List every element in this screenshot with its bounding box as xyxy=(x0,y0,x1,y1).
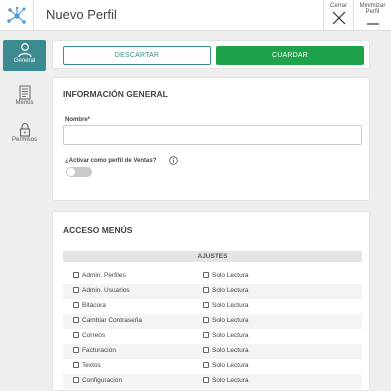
readonly-label: Solo Lectura xyxy=(212,347,249,354)
user-icon xyxy=(17,43,32,58)
table-row: Admin. Usuarios Solo Lectura xyxy=(63,284,362,299)
readonly-label: Solo Lectura xyxy=(212,377,249,384)
menu-label: Bitácora xyxy=(82,302,106,309)
sidebar-item-label: Menús xyxy=(15,100,34,106)
menu-label: Textos xyxy=(82,362,101,369)
discard-button[interactable]: DESCARTAR xyxy=(63,46,211,65)
table-row: Configuración Solo Lectura xyxy=(63,374,362,389)
menu-checkbox[interactable] xyxy=(73,272,79,278)
name-label: Nombre* xyxy=(65,117,91,123)
menu-checkbox[interactable] xyxy=(73,347,79,353)
group-header: AJUSTES xyxy=(63,251,362,262)
close-label: Cerrar xyxy=(329,3,347,9)
readonly-checkbox[interactable] xyxy=(203,272,209,278)
menu-label: Admin. Usuarios xyxy=(82,287,130,294)
minimize-label: Minimizar Perfil xyxy=(359,3,386,15)
sidebar-item-menus[interactable]: Menús xyxy=(3,83,46,114)
save-button[interactable]: CUARDAR xyxy=(216,46,364,65)
readonly-checkbox[interactable] xyxy=(203,347,209,353)
menu-label: Cambiar Contraseña xyxy=(82,317,142,324)
readonly-checkbox[interactable] xyxy=(203,362,209,368)
menu-checkbox[interactable] xyxy=(73,287,79,293)
readonly-label: Solo Lectura xyxy=(212,287,249,294)
close-icon xyxy=(332,11,345,25)
table-row: Bitácora Solo Lectura xyxy=(63,299,362,314)
menu-checkbox[interactable] xyxy=(73,362,79,368)
sidebar: General Menús Permisos xyxy=(0,31,48,385)
menu-label: Configuración xyxy=(82,377,123,384)
menu-checkbox[interactable] xyxy=(73,302,79,308)
readonly-checkbox[interactable] xyxy=(203,302,209,308)
table-row: Correos Solo Lectura xyxy=(63,329,362,344)
readonly-label: Solo Lectura xyxy=(212,302,249,309)
readonly-checkbox[interactable] xyxy=(203,377,209,383)
readonly-label: Solo Lectura xyxy=(212,272,249,279)
readonly-label: Solo Lectura xyxy=(212,317,249,324)
app-logo xyxy=(0,0,34,31)
readonly-checkbox[interactable] xyxy=(203,317,209,323)
menu-access-panel: ACCESO MENÚS AJUSTES Admin. Perfiles Sol… xyxy=(52,211,370,391)
network-icon xyxy=(6,6,26,24)
toggle-knob xyxy=(67,168,75,176)
readonly-checkbox[interactable] xyxy=(203,287,209,293)
sidebar-item-permisos[interactable]: Permisos xyxy=(3,120,46,151)
readonly-label: Solo Lectura xyxy=(212,332,249,339)
menu-label: Facturación xyxy=(82,347,116,354)
sidebar-item-general[interactable]: General xyxy=(3,40,46,71)
menu-checkbox[interactable] xyxy=(73,377,79,383)
general-info-panel: INFORMACIÓN GENERAL Nombre* ¿Activar com… xyxy=(52,77,370,201)
section-title-menus: ACCESO MENÚS xyxy=(63,225,133,235)
top-bar: Nuevo Perfil Cerrar Minimizar Perfil xyxy=(0,0,391,31)
sales-profile-toggle[interactable] xyxy=(66,167,92,177)
sidebar-item-label: General xyxy=(13,58,36,64)
minimize-button[interactable]: Minimizar Perfil xyxy=(353,0,391,31)
sidebar-item-label: Permisos xyxy=(11,137,37,143)
sales-profile-label: ¿Activar como perfil de Ventas? xyxy=(65,158,157,164)
menu-checkbox[interactable] xyxy=(73,332,79,338)
table-row: Facturación Solo Lectura xyxy=(63,344,362,359)
table-row: Textos Solo Lectura xyxy=(63,359,362,374)
readonly-label: Solo Lectura xyxy=(212,362,249,369)
info-icon[interactable] xyxy=(169,156,178,165)
lock-icon xyxy=(19,123,30,137)
page-title: Nuevo Perfil xyxy=(46,7,117,22)
name-input[interactable] xyxy=(63,125,362,145)
menu-checkbox[interactable] xyxy=(73,317,79,323)
menu-label: Correos xyxy=(82,332,106,339)
menu-label: Admin. Perfiles xyxy=(82,272,126,279)
section-title-general: INFORMACIÓN GENERAL xyxy=(63,89,168,99)
minimize-icon xyxy=(366,23,379,25)
table-row: Cambiar Contraseña Solo Lectura xyxy=(63,314,362,329)
readonly-checkbox[interactable] xyxy=(203,332,209,338)
close-button[interactable]: Cerrar xyxy=(323,0,353,31)
actions-panel: DESCARTAR CUARDAR xyxy=(52,40,370,69)
document-icon xyxy=(19,85,30,100)
table-row: Admin. Perfiles Solo Lectura xyxy=(63,269,362,284)
